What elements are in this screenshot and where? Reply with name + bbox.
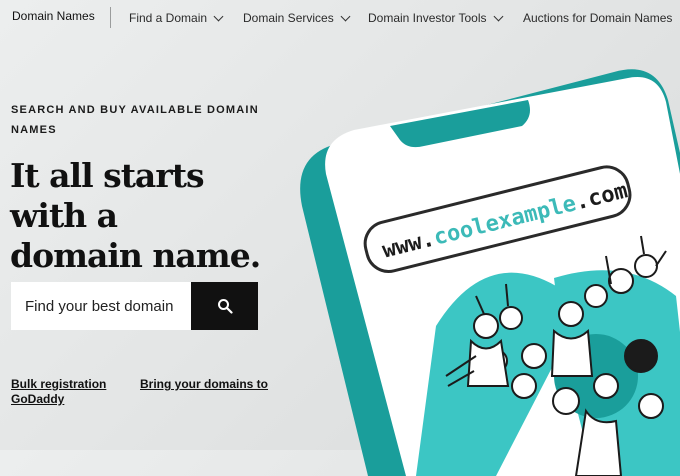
bulk-link-line-2: GoDaddy [11,392,65,406]
nav-item-label: Auctions for Domain Names [523,11,673,25]
nav-item-label: Find a Domain [129,11,208,25]
search-icon [217,299,233,314]
bulk-link-line-1: Bulk registration [11,377,107,391]
transfer-domains-link[interactable]: Bring your domains to [140,377,268,392]
nav-divider [110,7,111,28]
hero-eyebrow: SEARCH AND BUY AVAILABLE DOMAIN NAMES [11,104,259,136]
chevron-down-icon [340,11,351,21]
phone-illustration: www.coolexample.com [300,69,680,476]
headline-line-1: It all starts with a [10,156,205,235]
nav-item-label: Domain Investor Tools [368,11,487,25]
search-button[interactable] [191,282,258,330]
headline-line-2: domain name. [10,236,261,275]
chevron-down-icon [213,11,224,21]
nav-item-auctions[interactable]: Auctions for Domain Names [523,11,672,25]
nav-item-domain-investor-tools[interactable]: Domain Investor Tools [368,11,503,25]
domain-search-input[interactable] [11,282,191,330]
nav-item-find-a-domain[interactable]: Find a Domain [129,11,224,25]
hero-headline: It all starts with a domain name. [10,156,290,276]
nav-item-label: Domain Services [243,11,334,25]
top-nav: Domain Names Find a Domain Domain Servic… [0,0,680,36]
chevron-down-icon [493,11,503,21]
nav-brand-link[interactable]: Domain Names [12,9,95,23]
nav-item-domain-services[interactable]: Domain Services [243,11,351,25]
bulk-registration-link[interactable]: Bulk registration GoDaddy [11,377,106,407]
